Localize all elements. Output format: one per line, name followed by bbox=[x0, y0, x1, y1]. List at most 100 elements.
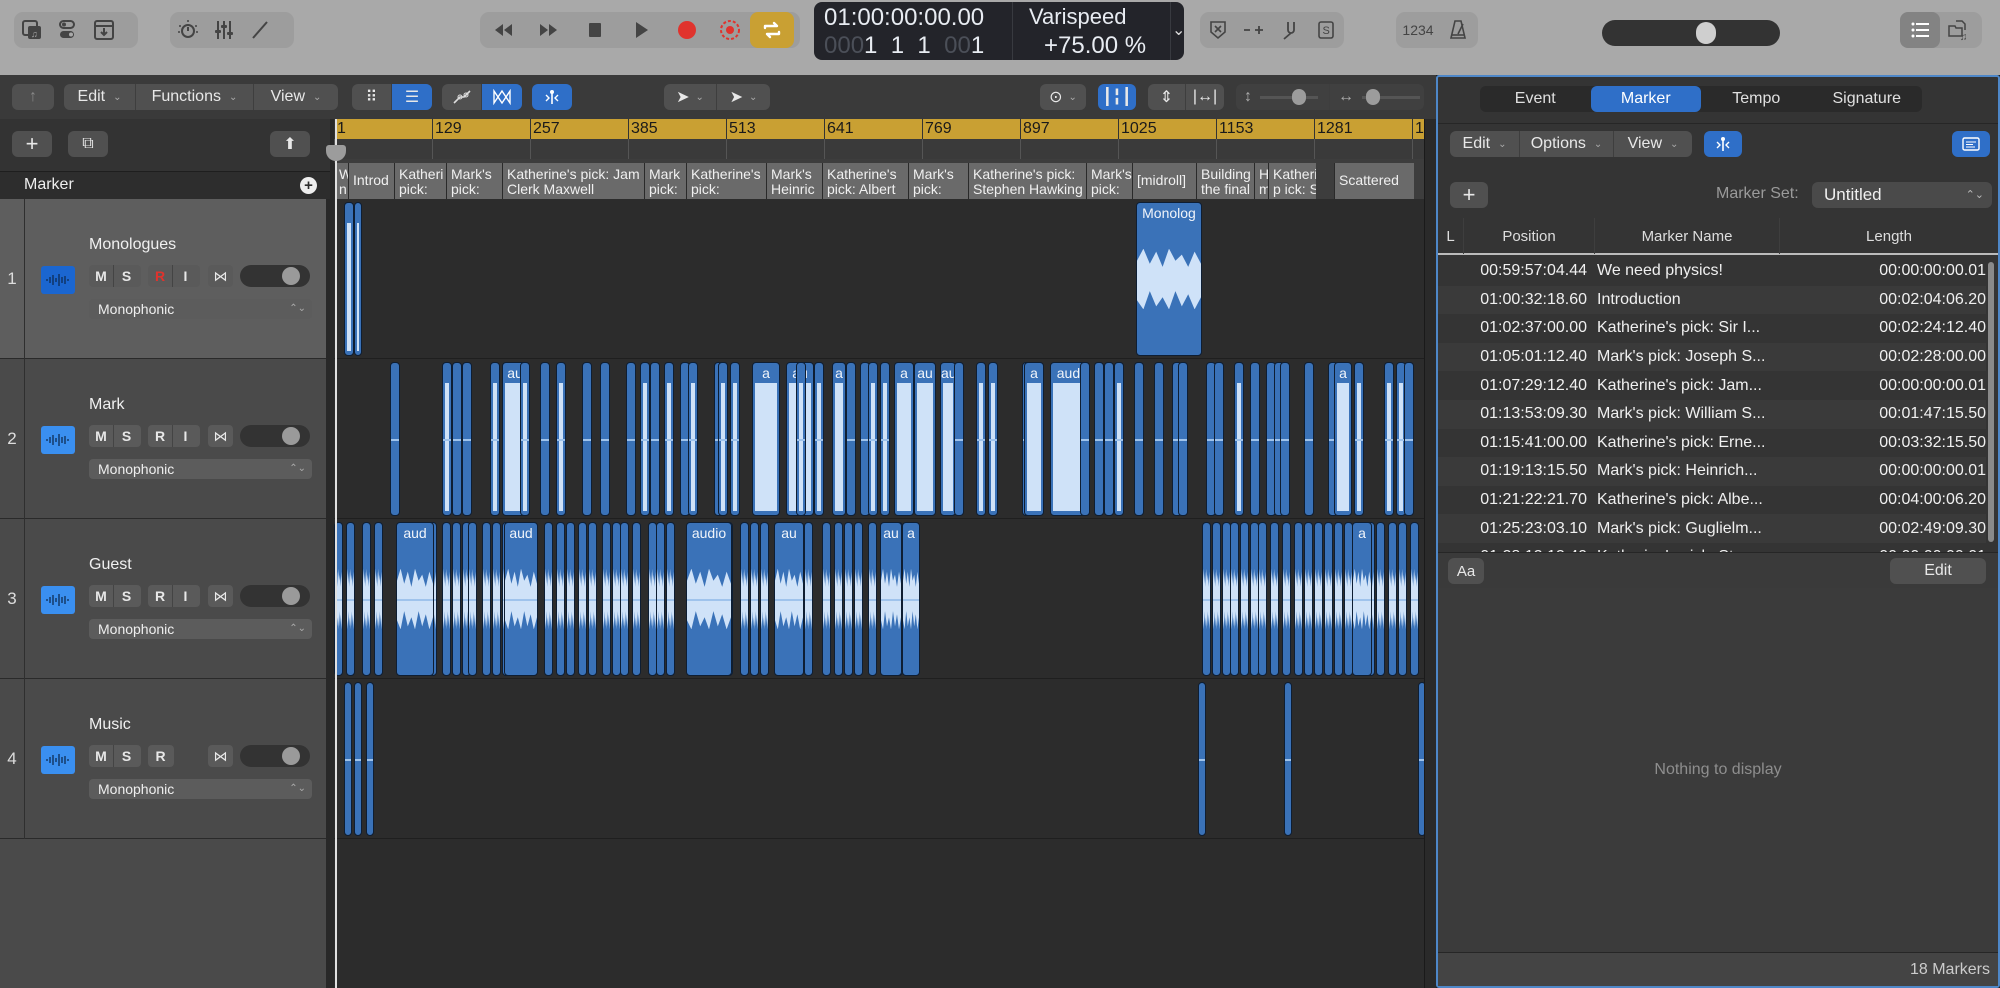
audio-region[interactable] bbox=[1214, 362, 1224, 516]
audio-region[interactable] bbox=[834, 522, 843, 676]
marker-position[interactable]: 01:15:41:00.00 bbox=[1438, 434, 1595, 452]
replace-icon[interactable] bbox=[1200, 12, 1236, 48]
marker-row[interactable]: 01:28:12:12.40Katherine's pick: Step...0… bbox=[1438, 543, 1986, 552]
master-volume-knob[interactable] bbox=[1696, 22, 1716, 44]
marker-row[interactable]: 01:13:53:09.30 Mark's pick: William S... 0… bbox=[1438, 399, 1986, 429]
audio-region[interactable] bbox=[1388, 522, 1397, 676]
autopunch-icon[interactable] bbox=[1236, 12, 1272, 48]
audio-region[interactable]: au bbox=[880, 522, 902, 676]
audio-region[interactable] bbox=[1324, 522, 1333, 676]
audio-region[interactable] bbox=[664, 362, 674, 516]
audio-region[interactable] bbox=[760, 522, 769, 676]
marker[interactable]: Mark's pick: bbox=[1086, 163, 1132, 199]
column-header-lock[interactable]: L bbox=[1438, 218, 1464, 254]
marker[interactable]: Katheri pick: bbox=[394, 163, 446, 199]
marker-row[interactable]: 01:21:22:21.70 Katherine's pick: Albe... 0… bbox=[1438, 486, 1986, 515]
audio-region[interactable] bbox=[868, 522, 877, 676]
flex-toggle-icon[interactable]: ⋈ bbox=[208, 745, 233, 767]
track-name[interactable]: Mark bbox=[89, 396, 125, 414]
record-enable-button[interactable]: R bbox=[148, 265, 173, 287]
marker-row[interactable]: 01:00:32:18.60 Introduction 00:02:04:06.20 bbox=[1438, 285, 1986, 315]
solo-button[interactable]: S bbox=[114, 585, 139, 607]
marker[interactable]: Katherine's pick: Albert bbox=[822, 163, 908, 199]
marker-position[interactable]: 01:00:32:18.60 bbox=[1438, 291, 1595, 309]
audio-region[interactable]: aud bbox=[396, 522, 434, 676]
automation-icon[interactable] bbox=[442, 84, 482, 110]
marker-name[interactable]: Mark's pick: William S... bbox=[1595, 405, 1855, 423]
count-in-button[interactable]: 1234 bbox=[1396, 12, 1440, 48]
audio-region[interactable] bbox=[354, 202, 362, 356]
marker-list-scrollbar[interactable] bbox=[1988, 262, 1994, 542]
marker-row[interactable]: 00:59:57:04.44 We need physics! 00:00:00:0… bbox=[1438, 257, 1986, 286]
audio-region[interactable] bbox=[556, 522, 565, 676]
audio-region[interactable] bbox=[718, 362, 728, 516]
back-arrow-icon[interactable]: ↑ bbox=[12, 84, 54, 110]
edit-button[interactable]: Edit bbox=[1890, 558, 1986, 584]
vertical-zoom-slider[interactable]: ↕ bbox=[1236, 84, 1330, 110]
panel-menu-options[interactable]: Options ⌄ bbox=[1520, 131, 1614, 157]
bar-ruler[interactable]: 1129257385513641769897102511531281140 bbox=[334, 119, 1442, 139]
marker-name[interactable]: Mark's pick: Joseph S... bbox=[1595, 348, 1855, 366]
audio-region[interactable] bbox=[344, 202, 354, 356]
marker-position[interactable]: 00:59:57:04.44 bbox=[1438, 262, 1595, 280]
audio-region[interactable]: a bbox=[1024, 362, 1044, 516]
solo-button[interactable]: S bbox=[114, 265, 139, 287]
audio-region[interactable] bbox=[462, 362, 472, 516]
tuner-icon[interactable] bbox=[170, 12, 206, 48]
add-marker-icon[interactable]: + bbox=[300, 177, 317, 194]
marker-text-icon[interactable] bbox=[1952, 131, 1990, 157]
marker-row[interactable]: 01:02:37:00.00 Katherine's pick: Sir I...… bbox=[1438, 314, 1986, 343]
audio-region[interactable] bbox=[1304, 362, 1314, 516]
marker[interactable]: Scattered bbox=[1334, 163, 1414, 199]
catch-playhead-icon[interactable] bbox=[532, 84, 572, 110]
marker-name[interactable]: Introduction bbox=[1595, 291, 1855, 309]
master-volume-slider[interactable] bbox=[1602, 20, 1780, 46]
browser-icon[interactable]: ♫ bbox=[1940, 12, 1976, 48]
left-click-tool[interactable]: ➤ ⌄ bbox=[664, 84, 717, 110]
column-header-marker-name[interactable]: Marker Name bbox=[1595, 218, 1780, 254]
audio-region[interactable] bbox=[1104, 362, 1114, 516]
audio-region[interactable] bbox=[1354, 362, 1364, 516]
marker[interactable]: Katherine's pick: Stephen Hawking bbox=[968, 163, 1086, 199]
audio-region[interactable] bbox=[632, 522, 641, 676]
solo-icon[interactable]: S bbox=[1308, 12, 1344, 48]
marker[interactable]: Mark's Heinric bbox=[766, 163, 822, 199]
audio-region[interactable] bbox=[1258, 522, 1267, 676]
track-header[interactable]: 1 Monologues M S R I ⋈ Monophonic ⌃⌄ bbox=[0, 199, 326, 359]
audio-region[interactable] bbox=[868, 362, 878, 516]
audio-region[interactable] bbox=[602, 522, 611, 676]
audio-region[interactable]: au bbox=[914, 362, 936, 516]
audio-region[interactable] bbox=[490, 362, 500, 516]
input-monitor-button[interactable]: I bbox=[173, 425, 198, 447]
audio-region[interactable]: a bbox=[752, 362, 780, 516]
pencil-icon[interactable] bbox=[242, 12, 278, 48]
audio-region[interactable] bbox=[556, 362, 566, 516]
marker-position[interactable]: 01:19:13:15.50 bbox=[1438, 462, 1595, 480]
track-header[interactable]: 2 Mark M S R I ⋈ Monophonic ⌃⌄ bbox=[0, 359, 326, 519]
track-on-off-toggle[interactable] bbox=[240, 425, 310, 447]
audio-region[interactable] bbox=[1230, 522, 1239, 676]
input-monitor-button[interactable]: I bbox=[173, 585, 198, 607]
secondary-ruler[interactable] bbox=[334, 139, 1424, 159]
marker-name[interactable]: Katherine's pick: Sir I... bbox=[1595, 319, 1855, 337]
audio-region[interactable] bbox=[468, 522, 477, 676]
marker-length[interactable]: 00:02:24:12.40 bbox=[1855, 319, 1986, 337]
audio-region[interactable] bbox=[600, 362, 610, 516]
solo-button[interactable]: S bbox=[114, 425, 139, 447]
audio-region[interactable] bbox=[374, 522, 383, 676]
flex-toggle-icon[interactable]: ⋈ bbox=[208, 265, 233, 287]
catch-playhead-icon[interactable] bbox=[1704, 131, 1742, 157]
track-name[interactable]: Guest bbox=[89, 556, 132, 574]
marker-name[interactable]: Mark's pick: Guglielm... bbox=[1595, 520, 1855, 538]
record-icon[interactable] bbox=[664, 12, 710, 48]
audio-region[interactable] bbox=[390, 362, 400, 516]
command-click-tool[interactable]: ➤ ⌄ bbox=[717, 84, 770, 110]
audio-region[interactable] bbox=[1250, 362, 1260, 516]
marker-name[interactable]: We need physics! bbox=[1595, 262, 1855, 280]
marker-length[interactable]: 00:02:04:06.20 bbox=[1855, 291, 1986, 309]
column-header-position[interactable]: Position bbox=[1464, 218, 1595, 254]
track-on-off-toggle[interactable] bbox=[240, 745, 310, 767]
add-marker-button[interactable]: + bbox=[1450, 182, 1488, 208]
marker[interactable]: Introd bbox=[348, 163, 394, 199]
vertical-fit-icon[interactable]: ⇕ bbox=[1148, 84, 1186, 110]
